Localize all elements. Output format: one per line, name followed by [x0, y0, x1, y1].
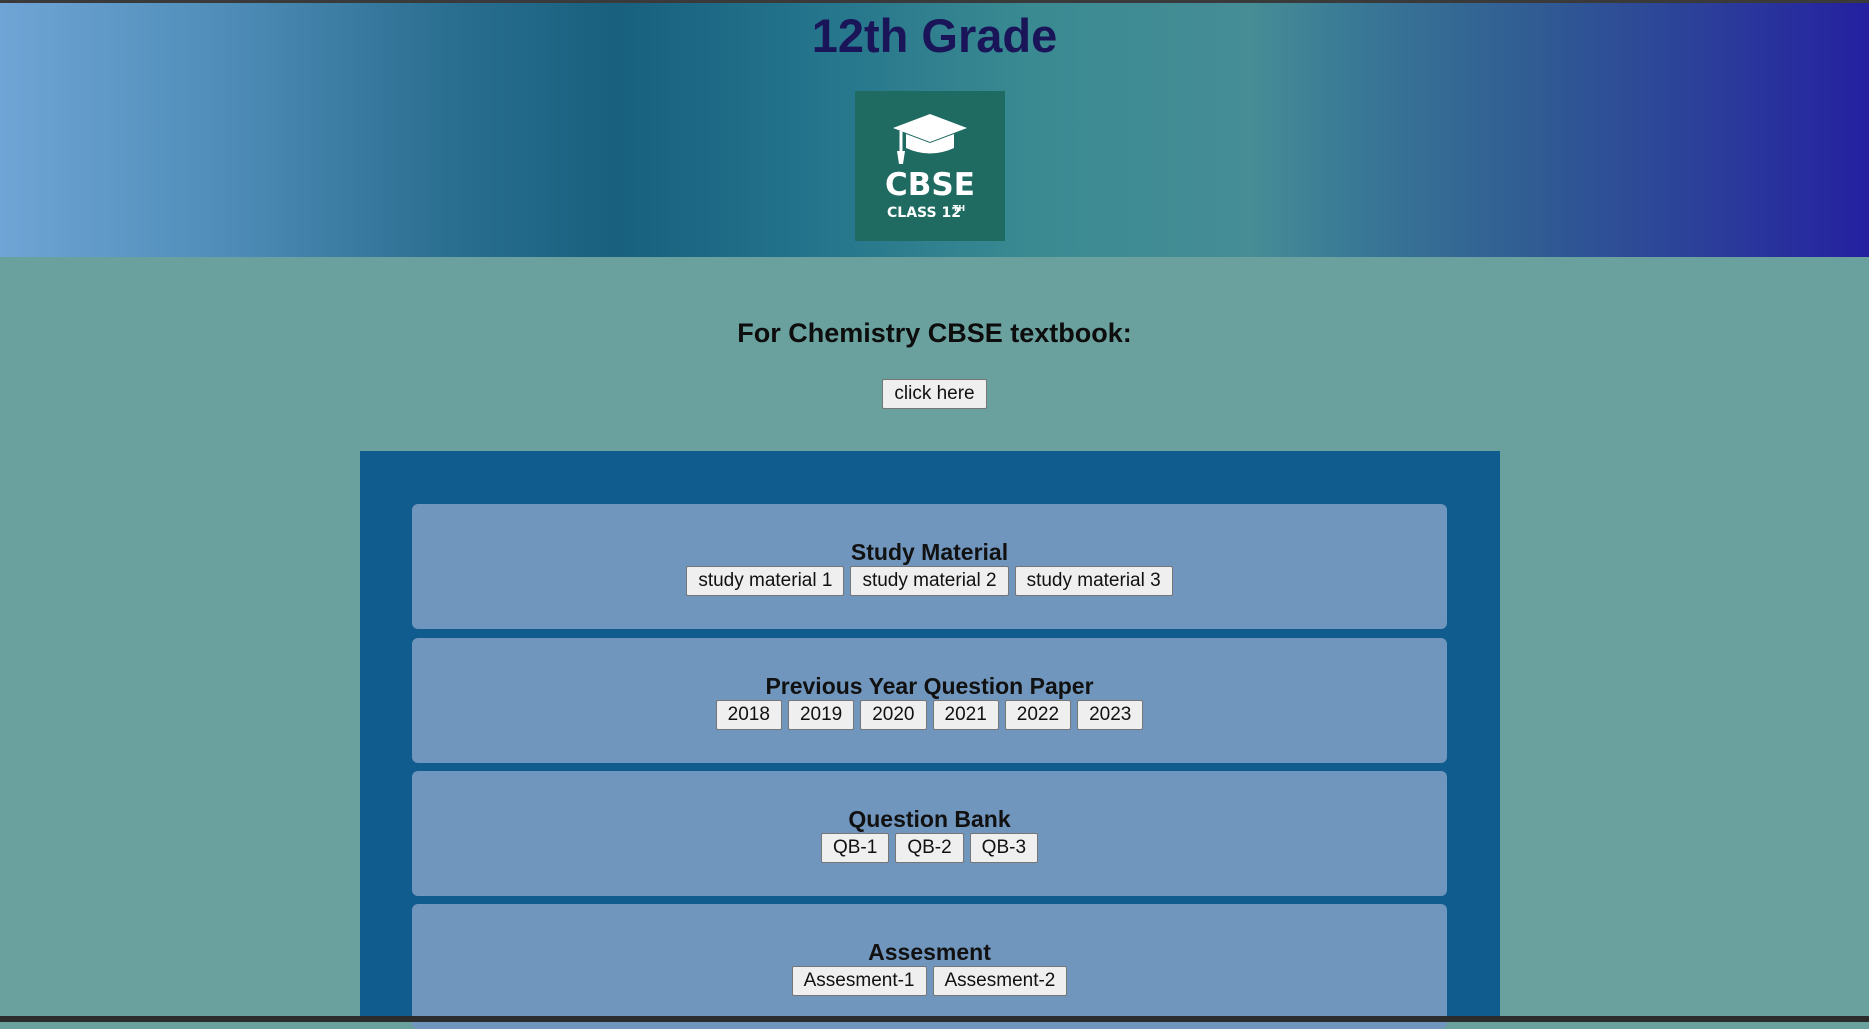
section-link-button[interactable]: 2020 [860, 700, 927, 730]
textbook-click-here-button[interactable]: click here [882, 379, 987, 409]
section-link-button[interactable]: 2018 [715, 700, 782, 730]
page-title: 12th Grade [811, 9, 1058, 62]
window-bottom-border [0, 1016, 1869, 1022]
section-link-button[interactable]: QB-3 [969, 833, 1039, 863]
section-link-button[interactable]: Assesment-2 [932, 966, 1068, 996]
section-title: Previous Year Question Paper [765, 673, 1094, 699]
logo-class-text: CLASS 12 [887, 205, 961, 221]
section-title: Question Bank [848, 806, 1011, 832]
graduation-cap-icon: CBSE CLASS 12 TH [885, 114, 975, 221]
section-link-button[interactable]: 2021 [932, 700, 999, 730]
section-link-button[interactable]: 2023 [1077, 700, 1144, 730]
section-button-row: 2018 2019 2020 2021 2022 2023 [412, 700, 1447, 730]
logo-brand-text: CBSE [885, 167, 975, 203]
section-card: Question Bank QB-1 QB-2 QB-3 [412, 771, 1447, 896]
cbse-logo: CBSE CLASS 12 TH [855, 91, 1005, 241]
section-card: Previous Year Question Paper 2018 2019 2020… [412, 638, 1447, 763]
section-link-button[interactable]: QB-1 [820, 833, 890, 863]
section-card: Study Material study material 1 study mate… [412, 504, 1447, 629]
logo-superscript-text: TH [953, 204, 965, 213]
section-link-button[interactable]: study material 3 [1014, 566, 1173, 596]
textbook-heading: For Chemistry CBSE textbook: [737, 318, 1132, 348]
section-title: Study Material [850, 539, 1009, 565]
section-button-row: study material 1 study material 2 study ma… [412, 566, 1447, 596]
section-link-button[interactable]: Assesment-1 [791, 966, 927, 996]
section-link-button[interactable]: study material 2 [850, 566, 1009, 596]
section-title: Assesment [868, 939, 991, 965]
section-card: Assesment Assesment-1 Assesment-2 [412, 904, 1447, 1029]
textbook-button-wrap: click here [0, 379, 1869, 409]
section-button-row: Assesment-1 Assesment-2 [412, 966, 1447, 996]
section-link-button[interactable]: 2019 [787, 700, 855, 730]
page-header: 12th Grade CBSE CLASS 12 TH [0, 3, 1869, 257]
resources-panel: Study Material study material 1 study mate… [360, 451, 1500, 1029]
section-button-row: QB-1 QB-2 QB-3 [412, 833, 1447, 863]
section-link-button[interactable]: study material 1 [686, 566, 845, 596]
section-link-button[interactable]: QB-2 [895, 833, 964, 863]
section-link-button[interactable]: 2022 [1004, 700, 1072, 730]
